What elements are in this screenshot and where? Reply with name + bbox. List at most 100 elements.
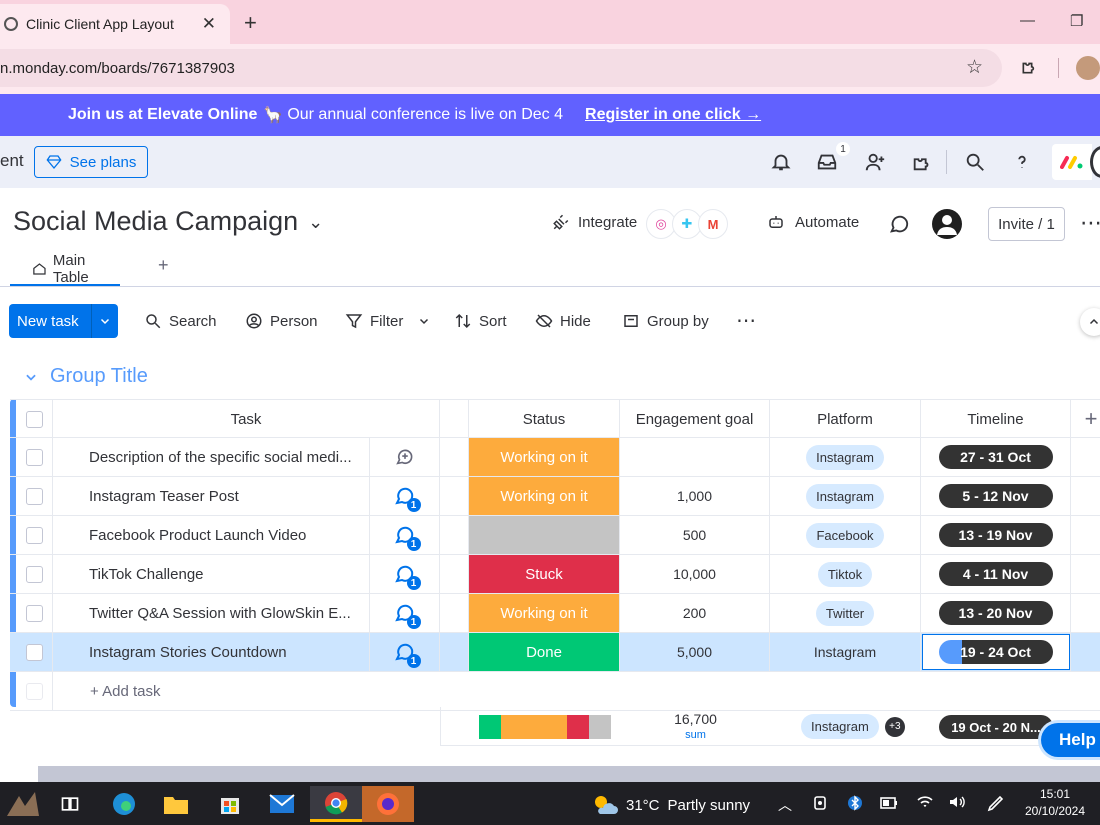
bookmark-star-icon[interactable]: ☆ <box>966 56 983 79</box>
toolbar-more-icon[interactable]: ⋯ <box>736 308 756 333</box>
bluetooth-icon[interactable] <box>848 793 862 813</box>
bell-icon[interactable] <box>770 151 792 173</box>
workspace-name[interactable]: ent <box>0 151 24 171</box>
table-row[interactable]: Instagram Teaser Post 1 Working on it 1,… <box>10 477 1100 516</box>
board-title[interactable]: Social Media Campaign ⌄ <box>13 206 323 237</box>
row-checkbox[interactable] <box>25 526 43 544</box>
task-name-cell[interactable]: Instagram Stories Countdown <box>53 633 370 671</box>
table-row[interactable]: Facebook Product Launch Video 1 500 Face… <box>10 516 1100 555</box>
timeline-cell[interactable]: 13 - 20 Nov <box>921 594 1071 632</box>
updates-cell[interactable]: 1 <box>370 633 440 671</box>
inbox-icon[interactable] <box>816 151 838 173</box>
camera-icon[interactable] <box>813 794 829 812</box>
platform-cell[interactable]: Twitter <box>770 594 921 632</box>
see-plans-button[interactable]: See plans <box>34 146 148 178</box>
chat-icon[interactable] <box>888 213 910 235</box>
status-distribution-bar[interactable] <box>479 715 611 739</box>
search-icon[interactable] <box>964 151 986 173</box>
pen-icon[interactable] <box>986 793 1006 813</box>
add-update-icon[interactable] <box>394 446 416 468</box>
extensions-icon[interactable] <box>1020 56 1040 76</box>
column-header-engagement[interactable]: Engagement goal <box>620 400 770 438</box>
timeline-edit-box[interactable]: 19 - 24 Oct <box>921 634 1070 670</box>
timeline-summary-pill[interactable]: 19 Oct - 20 N... <box>939 715 1053 739</box>
tab-close-icon[interactable]: ✕ <box>202 14 216 34</box>
row-checkbox[interactable] <box>25 643 43 661</box>
invite-members-icon[interactable] <box>864 151 886 173</box>
add-task-row[interactable]: + Add task <box>10 672 1100 711</box>
automate-button[interactable]: Automate <box>767 213 859 231</box>
new-task-button[interactable]: New task <box>9 304 118 338</box>
task-name-cell[interactable]: Description of the specific social medi.… <box>53 438 370 476</box>
timeline-cell[interactable]: 19 - 24 Oct <box>921 633 1071 671</box>
table-row[interactable]: Instagram Stories Countdown 1 Done 5,000… <box>10 633 1100 672</box>
hide-button[interactable]: Hide <box>535 312 591 330</box>
group-by-button[interactable]: Group by <box>622 312 709 330</box>
monday-logo[interactable] <box>1052 144 1092 180</box>
minimize-icon[interactable]: — <box>1020 12 1035 29</box>
group-title[interactable]: Group Title <box>24 365 148 388</box>
chevron-down-icon[interactable] <box>418 315 430 327</box>
column-header-timeline[interactable]: Timeline <box>921 400 1071 438</box>
table-row[interactable]: Twitter Q&A Session with GlowSkin E... 1… <box>10 594 1100 633</box>
updates-icon[interactable]: 1 <box>393 523 421 551</box>
weather-widget[interactable]: 31°C Partly sunny <box>592 794 750 816</box>
row-checkbox[interactable] <box>25 448 43 466</box>
timeline-cell[interactable]: 5 - 12 Nov <box>921 477 1071 515</box>
url-input[interactable]: n.monday.com/boards/7671387903 <box>0 49 1002 87</box>
collapse-header-button[interactable] <box>1080 308 1100 336</box>
chrome-icon[interactable] <box>310 786 362 822</box>
browser-tab[interactable]: Clinic Client App Layout ✕ <box>0 4 230 44</box>
updates-cell[interactable]: 1 <box>370 477 440 515</box>
updates-cell[interactable]: 1 <box>370 594 440 632</box>
task-name-cell[interactable]: TikTok Challenge <box>53 555 370 593</box>
help-button[interactable]: Help <box>1041 723 1100 757</box>
platform-cell[interactable]: Instagram <box>770 633 921 671</box>
updates-cell[interactable]: 1 <box>370 555 440 593</box>
integration-apps[interactable]: ◎ ✚ M <box>646 209 728 239</box>
status-cell[interactable]: Done <box>469 633 620 671</box>
volume-icon[interactable] <box>948 794 968 810</box>
filter-button[interactable]: Filter <box>345 312 430 330</box>
edge-icon[interactable] <box>106 786 142 822</box>
wifi-icon[interactable] <box>916 794 934 810</box>
updates-icon[interactable]: 1 <box>393 562 421 590</box>
select-all-checkbox[interactable] <box>25 410 43 428</box>
engagement-cell[interactable]: 5,000 <box>620 633 770 671</box>
help-icon[interactable] <box>1011 151 1033 173</box>
updates-icon[interactable]: 1 <box>393 640 421 668</box>
updates-cell[interactable] <box>370 438 440 476</box>
chevron-down-icon[interactable] <box>24 370 38 384</box>
system-clock[interactable]: 15:01 20/10/2024 <box>1020 786 1090 820</box>
horizontal-scrollbar[interactable] <box>38 766 1100 782</box>
firefox-icon[interactable] <box>362 786 414 822</box>
platform-cell[interactable]: Tiktok <box>770 555 921 593</box>
microsoft-store-icon[interactable] <box>212 786 248 822</box>
chevron-down-icon[interactable]: ⌄ <box>308 212 323 233</box>
platform-cell[interactable]: Instagram <box>770 438 921 476</box>
apps-icon[interactable] <box>911 151 933 173</box>
file-explorer-icon[interactable] <box>158 786 194 822</box>
status-cell[interactable]: Working on it <box>469 477 620 515</box>
tab-main-table[interactable]: Main Table <box>10 252 120 286</box>
platform-summary[interactable]: Instagram +3 <box>801 714 905 739</box>
new-tab-button[interactable]: + <box>244 10 257 36</box>
table-row[interactable]: TikTok Challenge 1 Stuck 10,000 Tiktok 4… <box>10 555 1100 594</box>
invite-button[interactable]: Invite / 1 <box>988 207 1065 241</box>
battery-icon[interactable] <box>880 795 898 811</box>
row-checkbox[interactable] <box>25 565 43 583</box>
engagement-cell[interactable]: 1,000 <box>620 477 770 515</box>
table-row[interactable]: Description of the specific social medi.… <box>10 438 1100 477</box>
user-avatar-icon[interactable] <box>932 209 962 239</box>
task-name-cell[interactable]: Twitter Q&A Session with GlowSkin E... <box>53 594 370 632</box>
tray-chevron-up-icon[interactable]: ︿ <box>778 795 792 815</box>
status-cell[interactable]: Working on it <box>469 594 620 632</box>
add-column-button[interactable]: + <box>1071 400 1100 438</box>
person-filter-button[interactable]: Person <box>245 312 318 330</box>
register-link[interactable]: Register in one click → <box>585 106 761 124</box>
column-header-task[interactable]: Task <box>53 400 440 438</box>
add-task-input[interactable]: + Add task <box>90 683 160 700</box>
status-cell[interactable]: Working on it <box>469 438 620 476</box>
timeline-cell[interactable]: 13 - 19 Nov <box>921 516 1071 554</box>
engagement-cell[interactable]: 200 <box>620 594 770 632</box>
